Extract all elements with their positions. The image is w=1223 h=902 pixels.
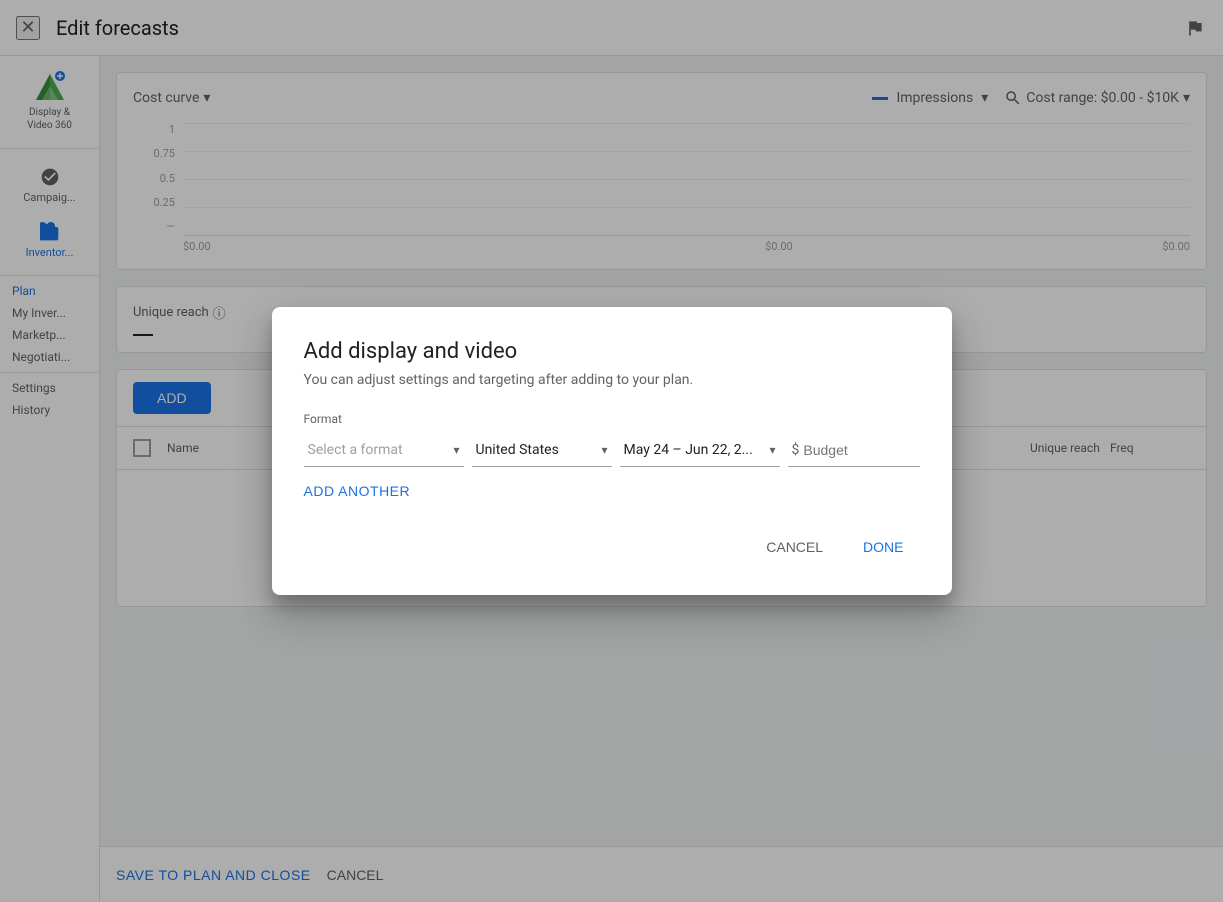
modal-actions: CANCEL DONE bbox=[304, 531, 920, 563]
modal-form-row: Select a format ▾ United States ▾ May 24… bbox=[304, 434, 920, 467]
budget-input[interactable] bbox=[803, 442, 915, 458]
modal-done-button[interactable]: DONE bbox=[847, 531, 919, 563]
add-display-video-modal: Add display and video You can adjust set… bbox=[272, 307, 952, 595]
modal-overlay: Add display and video You can adjust set… bbox=[0, 0, 1223, 902]
modal-subtitle: You can adjust settings and targeting af… bbox=[304, 372, 920, 388]
dollar-sign: $ bbox=[792, 442, 800, 458]
location-chevron: ▾ bbox=[601, 443, 607, 457]
date-range-chevron: ▾ bbox=[769, 443, 775, 457]
add-another-button[interactable]: ADD ANOTHER bbox=[304, 483, 411, 499]
location-value: United States bbox=[476, 442, 559, 458]
modal-cancel-button[interactable]: CANCEL bbox=[750, 531, 839, 563]
budget-field[interactable]: $ bbox=[788, 434, 920, 467]
date-range-select[interactable]: May 24 – Jun 22, 2... ▾ bbox=[620, 434, 780, 467]
modal-title: Add display and video bbox=[304, 339, 920, 364]
format-placeholder: Select a format bbox=[308, 442, 403, 458]
modal-format-label: Format bbox=[304, 412, 920, 426]
format-select[interactable]: Select a format ▾ bbox=[304, 434, 464, 467]
format-chevron: ▾ bbox=[453, 443, 459, 457]
date-range-value: May 24 – Jun 22, 2... bbox=[624, 442, 753, 458]
location-select[interactable]: United States ▾ bbox=[472, 434, 612, 467]
